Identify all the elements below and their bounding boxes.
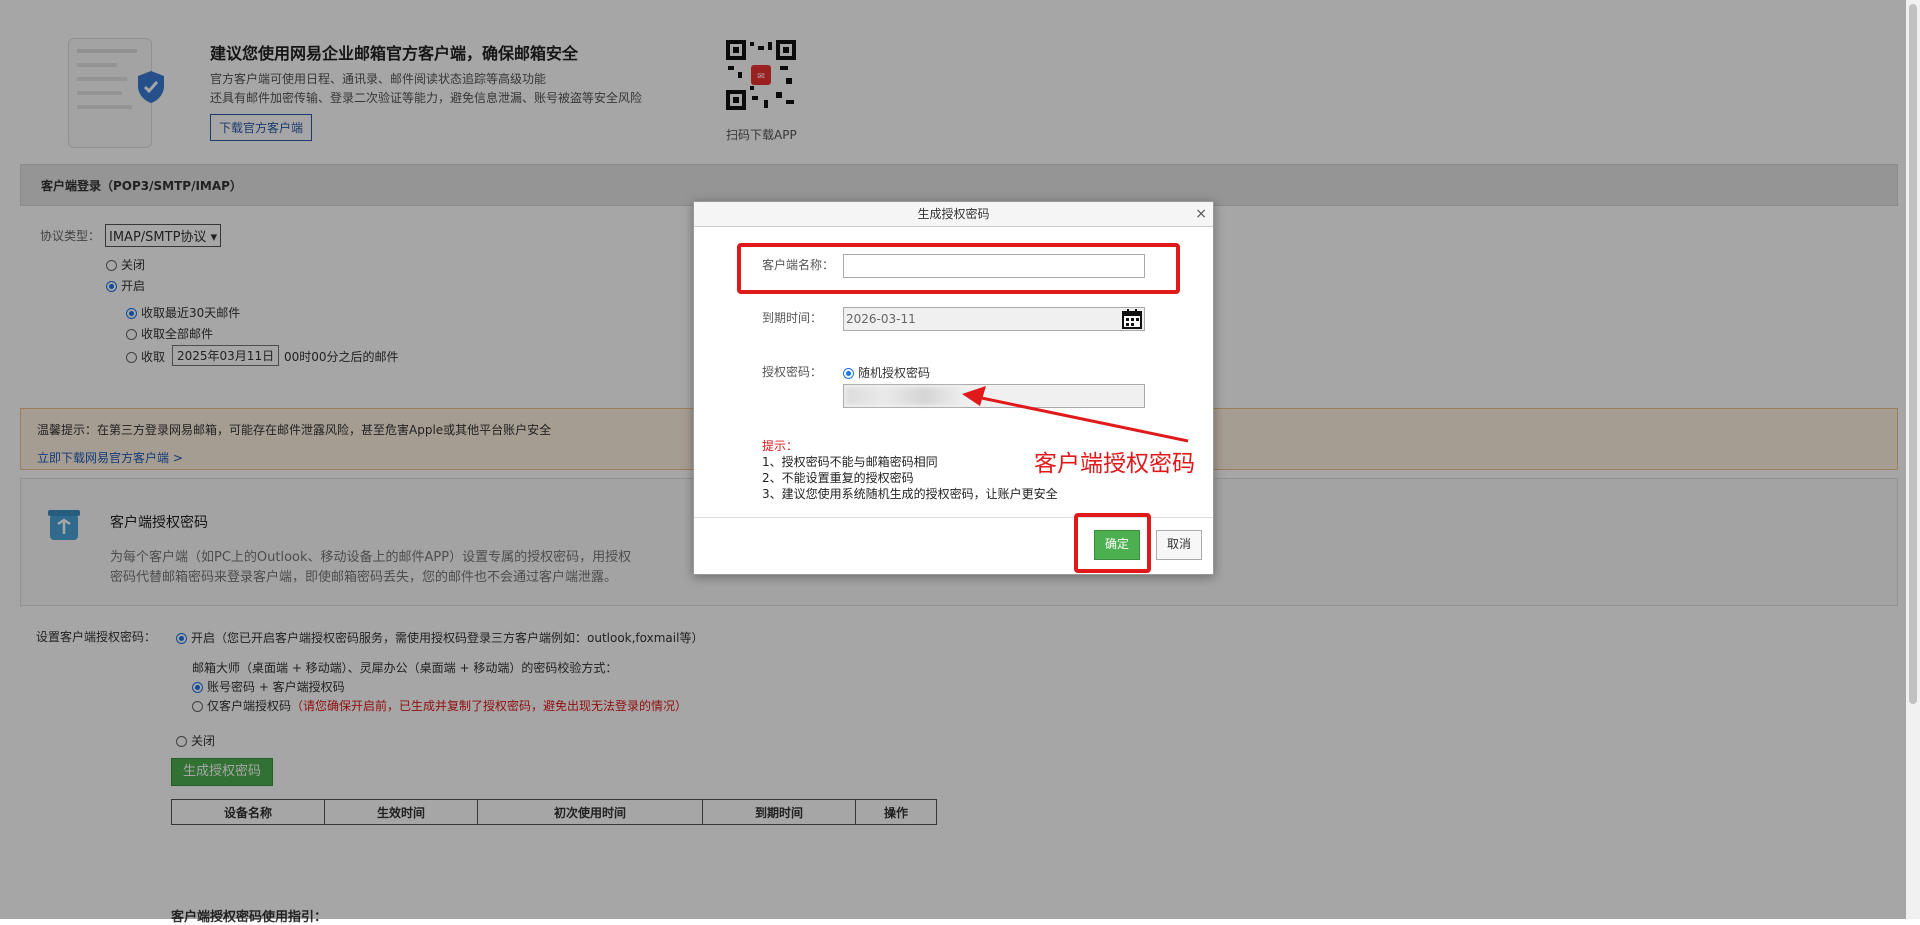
random-password-label: 随机授权密码	[858, 366, 931, 380]
highlight-ok-button	[1074, 513, 1151, 573]
hint-title: 提示：	[762, 439, 799, 453]
expire-date-value: 2026-03-11	[846, 312, 916, 326]
expire-date-input[interactable]: 2026-03-11	[843, 307, 1145, 331]
annotation-arrow	[962, 386, 1189, 443]
password-label: 授权密码：	[762, 365, 823, 379]
highlight-client-name	[737, 243, 1180, 294]
cancel-button[interactable]: 取消	[1156, 530, 1202, 560]
close-icon[interactable]: ×	[1195, 202, 1207, 226]
expire-label: 到期时间：	[762, 311, 823, 325]
dialog-title: 生成授权密码	[917, 207, 990, 221]
random-password-radio[interactable]: 随机授权密码	[843, 364, 930, 381]
blurred-password	[846, 387, 964, 405]
scrollbar-thumb[interactable]	[1909, 4, 1917, 704]
hint-3: 3、建议您使用系统随机生成的授权密码，让账户更安全	[762, 487, 1058, 501]
page-scrollbar[interactable]	[1906, 0, 1920, 919]
calendar-icon[interactable]	[1121, 308, 1143, 330]
dialog-titlebar: 生成授权密码 ×	[694, 202, 1213, 227]
hint-1: 1、授权密码不能与邮箱密码相同	[762, 455, 938, 469]
annotation-label: 客户端授权密码	[1034, 451, 1195, 477]
hint-2: 2、不能设置重复的授权密码	[762, 471, 914, 485]
